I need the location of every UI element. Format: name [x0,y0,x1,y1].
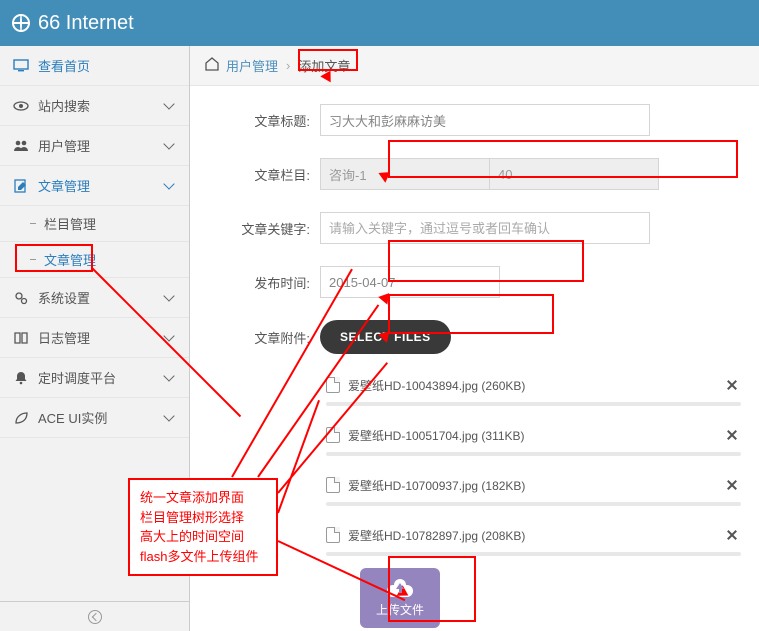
file-name: 爱壁纸HD-10043894.jpg (260KB) [348,377,723,394]
label-article-keywords: 文章关键字: [230,219,320,238]
top-header: 66 Internet [0,0,759,46]
sidebar-sub-label: 栏目管理 [44,214,96,233]
file-name: 爱壁纸HD-10051704.jpg (311KB) [348,427,723,444]
sidebar-sub-label: 文章管理 [44,250,96,269]
file-item: 爱壁纸HD-10043894.jpg (260KB) [320,368,747,408]
home-icon [204,56,220,75]
file-item: 爱壁纸HD-10051704.jpg (311KB) [320,418,747,458]
chevron-down-icon [163,99,177,113]
chevron-down-icon [163,411,177,425]
file-name: 爱壁纸HD-10782897.jpg (208KB) [348,527,723,544]
label-attachments: 文章附件: [230,328,320,347]
sidebar-collapse-button[interactable] [0,601,189,631]
sidebar-item-aceui[interactable]: ACE UI实例 [0,398,189,438]
file-item: 爱壁纸HD-10782897.jpg (208KB) [320,518,747,558]
breadcrumb-link[interactable]: 用户管理 [226,56,278,75]
file-item: 爱壁纸HD-10700937.jpg (182KB) [320,468,747,508]
sidebar: 查看首页 站内搜索 用户管理 文章管理 栏目管理 文章管理 系统设置 [0,46,190,631]
file-list: 爱壁纸HD-10043894.jpg (260KB) 爱壁纸HD-1005170… [320,368,759,558]
file-icon [326,527,340,543]
sidebar-item-label: 定时调度平台 [38,368,163,387]
book-icon [12,330,30,346]
label-article-column: 文章栏目: [230,165,320,184]
breadcrumb: 用户管理 › 添加文章 [190,46,759,86]
edit-icon [12,178,30,194]
chevron-down-icon [163,179,177,193]
chevron-down-icon [163,331,177,345]
input-article-title[interactable] [320,104,650,136]
sidebar-item-label: 站内搜索 [38,96,163,115]
remove-file-button[interactable] [723,376,741,394]
input-article-keywords[interactable] [320,212,650,244]
remove-file-button[interactable] [723,526,741,544]
leaf-icon [12,410,30,426]
upload-button[interactable]: 上传文件 [360,568,440,628]
label-pubtime: 发布时间: [230,273,320,292]
sidebar-item-system[interactable]: 系统设置 [0,278,189,318]
input-column-name[interactable] [320,158,490,190]
remove-file-button[interactable] [723,426,741,444]
remove-file-button[interactable] [723,476,741,494]
users-icon [12,138,30,154]
chevron-down-icon [163,291,177,305]
sidebar-item-articles[interactable]: 文章管理 [0,166,189,206]
chevron-down-icon [163,139,177,153]
file-name: 爱壁纸HD-10700937.jpg (182KB) [348,477,723,494]
app-title: 66 Internet [38,12,134,35]
sidebar-item-home[interactable]: 查看首页 [0,46,189,86]
sidebar-item-search[interactable]: 站内搜索 [0,86,189,126]
bell-icon [12,370,30,386]
select-files-button[interactable]: SELECT FILES [320,320,451,354]
eye-icon [12,98,30,114]
monitor-icon [12,58,30,74]
sidebar-item-label: ACE UI实例 [38,408,163,427]
file-icon [326,427,340,443]
input-pubtime[interactable] [320,266,500,298]
breadcrumb-current: 添加文章 [298,56,350,75]
globe-icon [12,14,30,32]
chevron-down-icon [163,371,177,385]
sidebar-item-label: 文章管理 [38,176,163,195]
collapse-icon [88,610,102,624]
cogs-icon [12,290,30,306]
sidebar-item-label: 日志管理 [38,328,163,347]
upload-button-label: 上传文件 [376,601,424,618]
sidebar-sub-column-mgmt[interactable]: 栏目管理 [0,206,189,242]
sidebar-item-label: 系统设置 [38,288,163,307]
file-icon [326,377,340,393]
sidebar-sub-article-mgmt[interactable]: 文章管理 [0,242,189,278]
input-column-id[interactable] [489,158,659,190]
cloud-upload-icon [387,579,413,597]
file-icon [326,477,340,493]
sidebar-item-label: 用户管理 [38,136,163,155]
breadcrumb-sep: › [286,58,290,73]
article-form: 文章标题: 文章栏目: 文章关键字: 发布时间: 文章附件: SELECT FI… [190,86,759,628]
main-content: 用户管理 › 添加文章 文章标题: 文章栏目: 文章关键字: 发布时间: [190,46,759,631]
label-article-title: 文章标题: [230,111,320,130]
sidebar-item-users[interactable]: 用户管理 [0,126,189,166]
sidebar-item-scheduler[interactable]: 定时调度平台 [0,358,189,398]
sidebar-item-label: 查看首页 [38,56,177,75]
sidebar-item-logs[interactable]: 日志管理 [0,318,189,358]
